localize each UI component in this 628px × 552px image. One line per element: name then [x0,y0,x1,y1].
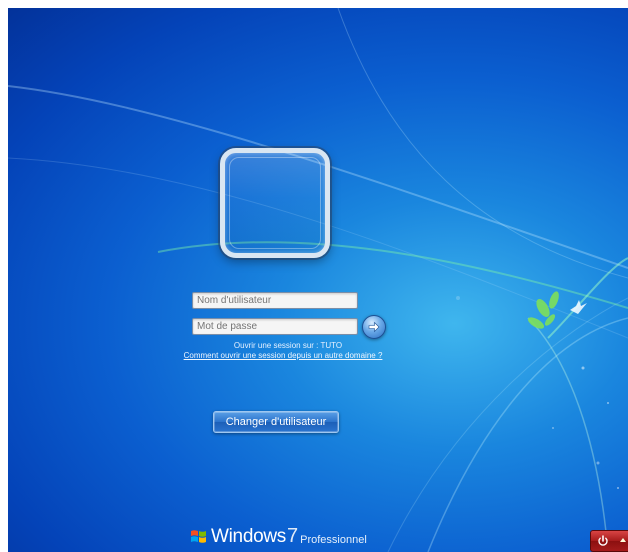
power-button[interactable] [590,530,628,552]
login-screen: Ouvrir une session sur : TUTO Comment ou… [8,8,628,552]
other-domain-help-link[interactable]: Comment ouvrir une session depuis un aut… [148,351,418,360]
power-icon [598,535,608,546]
leaf-branch [527,291,559,329]
session-domain-text: Ouvrir une session sur : TUTO [233,341,343,350]
brand-edition: Professionnel [300,534,367,546]
windows-logo-icon [191,530,206,543]
brand-version: 7 [286,525,299,547]
user-avatar-frame [220,148,330,258]
power-options-arrow-icon[interactable] [620,538,626,542]
wallpaper-swooshes [8,8,628,552]
username-input[interactable] [192,292,358,309]
windows-branding: Windows 7 Professionnel [190,524,367,548]
arrow-right-icon [368,321,380,333]
password-input[interactable] [192,318,358,335]
submit-button[interactable] [362,315,386,339]
switch-user-button[interactable]: Changer d'utilisateur [213,411,339,433]
brand-name: Windows [211,526,286,547]
switch-user-label: Changer d'utilisateur [225,416,327,428]
